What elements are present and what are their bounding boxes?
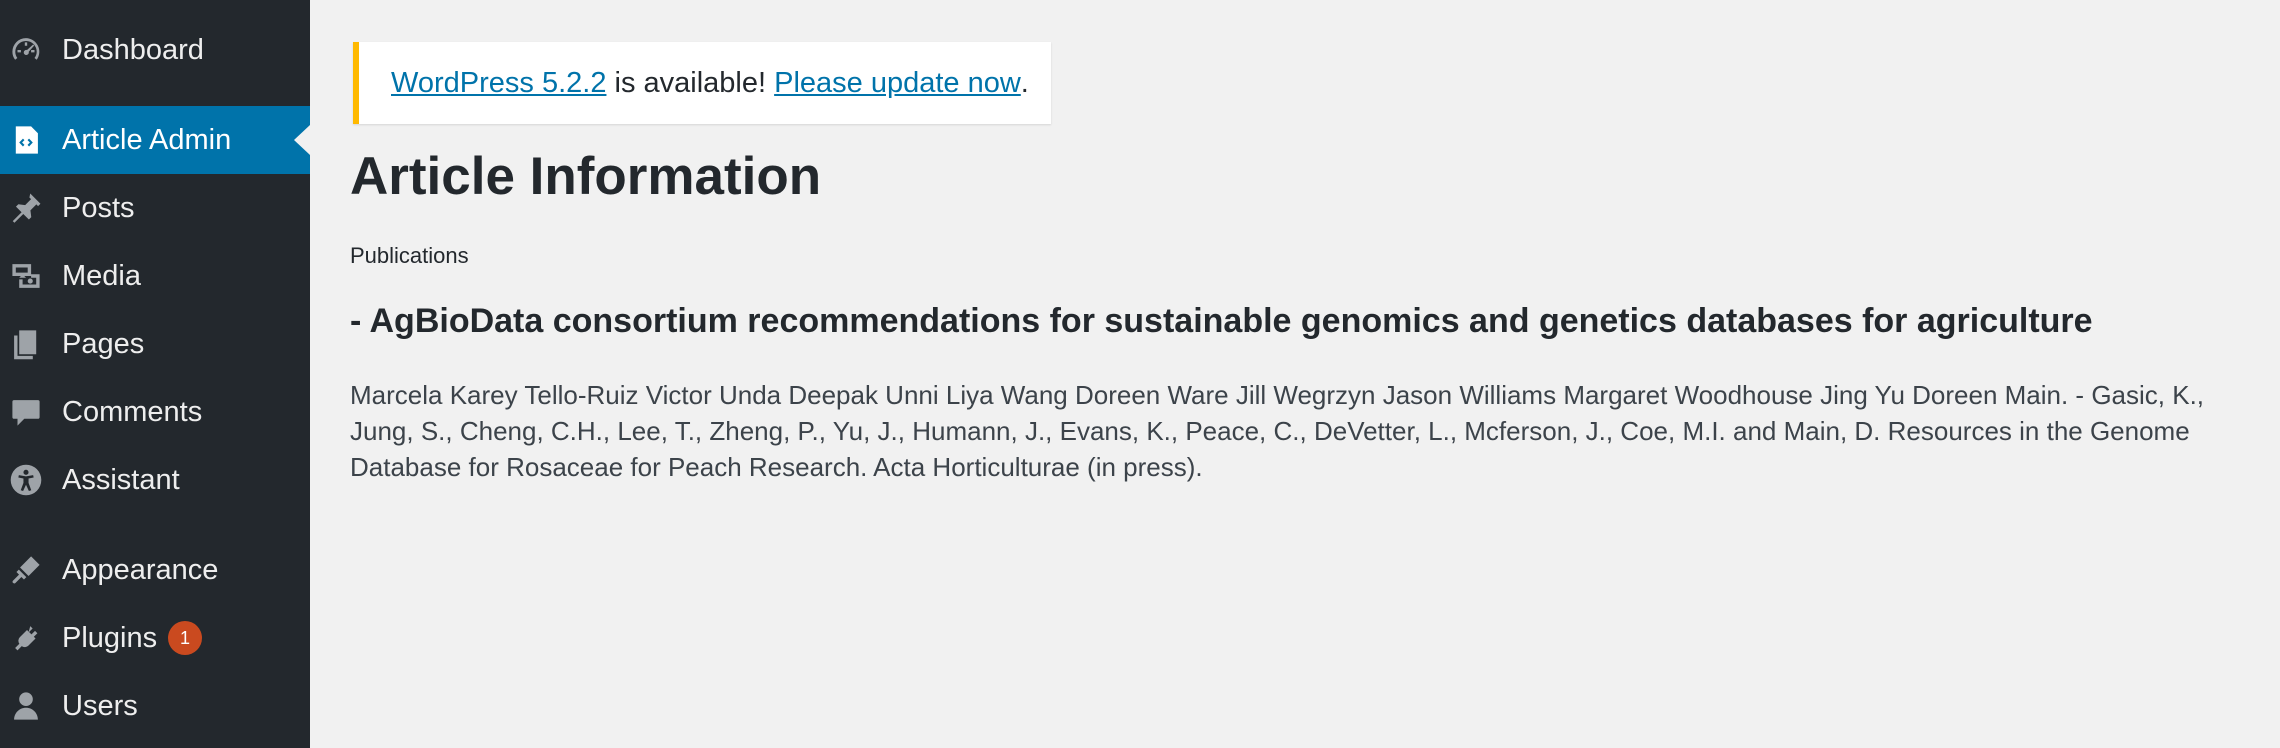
brush-icon [8,552,44,588]
active-indicator [294,125,310,155]
article-title: - AgBioData consortium recommendations f… [350,302,2093,340]
article-citation: Marcela Karey Tello-Ruiz Victor Unda Dee… [350,380,2205,482]
comment-icon [8,394,44,430]
sidebar-item-posts[interactable]: Posts [0,184,310,232]
notice-text: is available! [606,66,775,99]
sidebar-item-label: Dashboard [62,33,204,66]
plugin-icon [8,620,44,656]
notice-end: . [1020,66,1029,99]
sidebar-item-label: Media [62,259,141,292]
sidebar-item-plugins[interactable]: Plugins 1 [0,614,310,662]
sidebar-item-label: Comments [62,395,203,428]
sidebar-item-label: Assistant [62,463,180,496]
sidebar-item-label: Pages [62,327,145,360]
sidebar-item-label: Posts [62,191,135,224]
pin-icon [8,190,44,226]
admin-sidebar: Dashboard Article Admin Posts Media Page… [0,0,310,748]
update-notice: WordPress 5.2.2 is available! Please upd… [353,42,1051,124]
wp-admin: Dashboard Article Admin Posts Media Page… [0,0,2280,748]
sidebar-item-label: Plugins [62,621,158,654]
media-icon [8,258,44,294]
accessibility-icon [8,462,44,498]
sidebar-item-label: Users [62,689,138,722]
update-now-link[interactable]: Please update now [774,67,1021,100]
sidebar-item-media[interactable]: Media [0,252,310,300]
page-title: Article Information [350,147,822,206]
dashboard-icon [8,32,44,68]
sidebar-item-label: Article Admin [62,123,232,156]
sidebar-item-users[interactable]: Users [0,682,310,730]
sidebar-item-comments[interactable]: Comments [0,388,310,436]
update-count-badge: 1 [168,621,202,655]
wordpress-version-link[interactable]: WordPress 5.2.2 [391,67,606,100]
sidebar-item-pages[interactable]: Pages [0,320,310,368]
section-label: Publications [350,243,469,268]
code-icon [8,122,44,158]
sidebar-item-appearance[interactable]: Appearance [0,546,310,594]
sidebar-item-dashboard[interactable]: Dashboard [0,26,310,74]
user-icon [8,688,44,724]
sidebar-item-label: Appearance [62,553,219,586]
sidebar-item-article-admin[interactable]: Article Admin [0,106,310,174]
sidebar-item-assistant[interactable]: Assistant [0,456,310,504]
pages-icon [8,326,44,362]
